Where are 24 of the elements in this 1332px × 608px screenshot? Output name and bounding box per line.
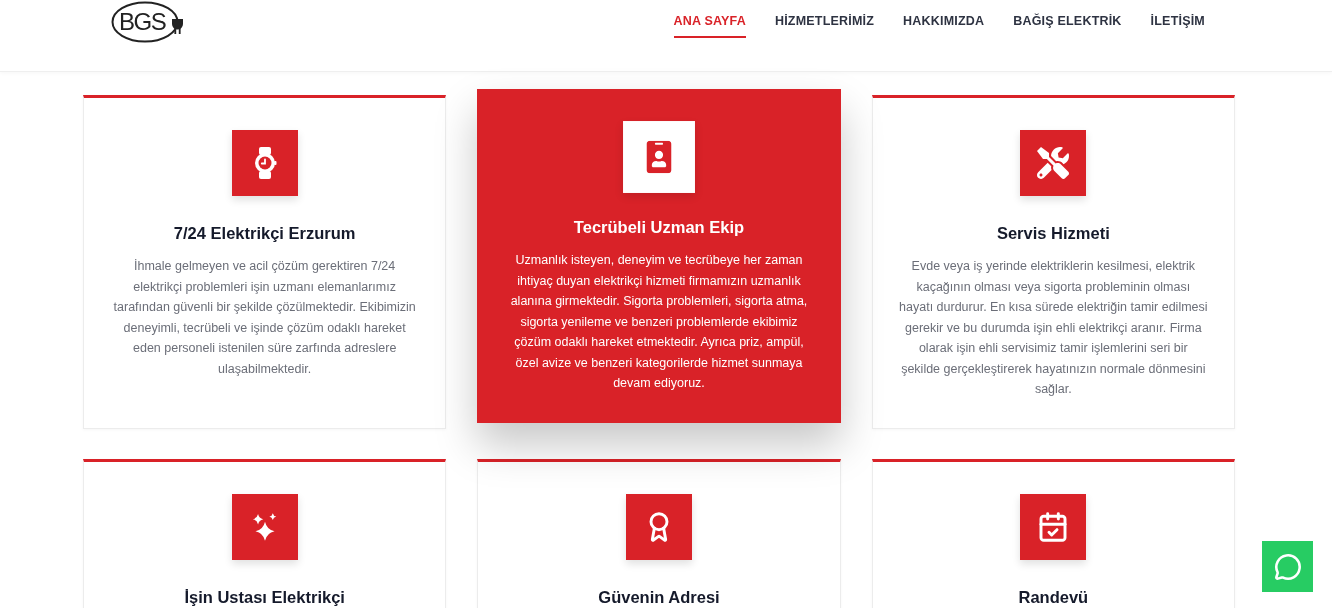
nav-link[interactable]: BAĞIŞ ELEKTRİK — [1013, 0, 1122, 38]
card-title: 7/24 Elektrikçi Erzurum — [173, 223, 356, 244]
chat-bubble-icon — [1273, 552, 1302, 581]
tools-icon — [1020, 130, 1087, 196]
card-description: İhmale gelmeyen ve acil çözüm gerektiren 7/24 elektrikçi problemleri işin uzmanı elemanlarımız tarafından güvenli bir şekilde çözülmektedir. Ekibimizin deneyimli, tecrübeli ve işinde çözüm odaklı hareket eden personeli istenilen süre zarfında adreslere ulaşabilmektedir. — [112, 258, 417, 378]
card-title: İşin Ustası Elektrikçi — [184, 586, 345, 608]
card-description: Uzmanlık isteyen, deneyim ve tecrübeye her zaman ihtiyaç duyan elektrikçi hizmeti firmamızın uzmanlık alanına girmektedir. Sigorta problemleri, sigorta atma, sigorta yenileme ve benzeri problemlerde ekibimiz çözüm odaklı hareket etmektedir. Ayrıca priz, ampül, özel avize ve benzeri kategorilerde hizmet sunmaya devam ediyoruz. — [509, 252, 809, 392]
calendar-check-icon — [1020, 493, 1087, 560]
card-title: Servis Hizmeti — [996, 223, 1110, 244]
award-icon — [626, 493, 692, 560]
card-title: Tecrübeli Uzman Ekip — [573, 217, 745, 238]
nav-link[interactable]: İLETİŞİM — [1150, 0, 1205, 38]
card-description: Evde veya iş yerinde elektriklerin kesilmesi, elektrik kaçağının olması veya sigorta probleminin olması hayatı durdurur. En kısa sürede elektriğin tamir edilmesi gerekir ve bu durumda işin ehli elektrikçi aranır. Firma olarak işin ehli servisimiz tamir işlemlerini seri bir şekilde gerçekleştirerek hayatınızın normale dönmesini sağlar. — [898, 258, 1208, 398]
oval-plug-icon — [111, 1, 184, 43]
chat-button[interactable] — [1262, 541, 1313, 592]
card-title: Güvenin Adresi — [598, 586, 720, 608]
nav-link[interactable]: HİZMETLERİMİZ — [774, 0, 875, 38]
nav-link[interactable]: HAKKIMIZDA — [903, 0, 985, 38]
id-badge-icon — [623, 121, 695, 193]
nav-link[interactable]: ANA SAYFA — [673, 0, 746, 38]
logo-link[interactable]: BGS — [111, 1, 184, 43]
card-title: Randevü — [1018, 586, 1089, 608]
sparkles-icon — [231, 493, 298, 560]
watch-icon — [231, 130, 298, 196]
